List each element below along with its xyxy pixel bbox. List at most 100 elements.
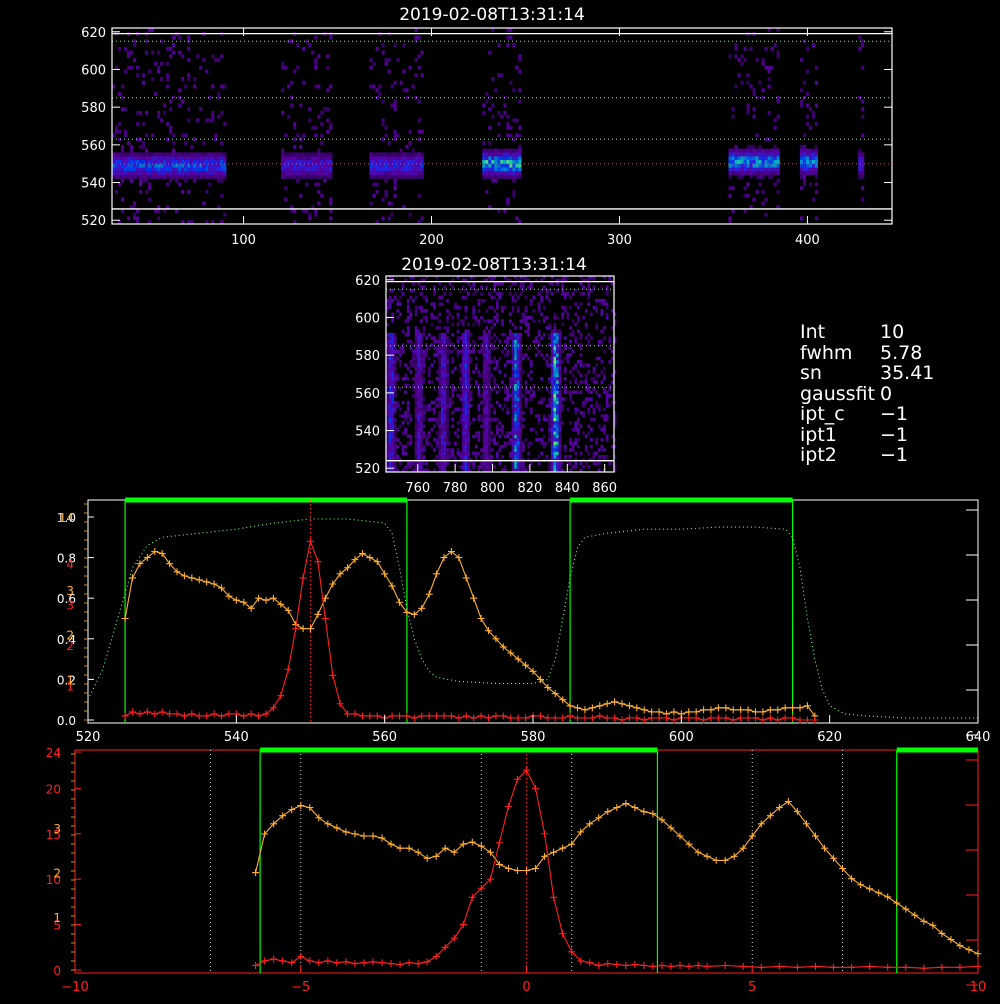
heatmap-cell <box>746 167 750 172</box>
heatmap-cell <box>734 163 738 168</box>
heatmap-cell <box>417 427 421 432</box>
heatmap-cell <box>548 298 551 303</box>
heatmap-cell <box>755 171 759 176</box>
heatmap-cell <box>391 404 394 408</box>
heatmap-cell <box>430 400 434 405</box>
orange-offset-point <box>523 867 530 875</box>
heatmap-cell <box>393 404 397 408</box>
heatmap-cell <box>558 404 562 408</box>
heatmap-cell <box>743 167 747 172</box>
heatmap-cell <box>805 148 810 153</box>
heatmap-cell <box>488 397 491 401</box>
orange-offset-point <box>351 830 359 838</box>
heatmap-cell <box>459 370 462 374</box>
heatmap-cell <box>576 305 580 310</box>
heatmap-cell <box>456 434 460 439</box>
heatmap-cell <box>175 167 179 172</box>
heatmap-cell <box>281 110 285 115</box>
heatmap-cell <box>142 141 146 145</box>
heatmap-cell <box>566 292 570 296</box>
heatmap-cell <box>166 46 170 51</box>
heatmap-cell <box>511 305 515 310</box>
heatmap-cell <box>485 427 489 432</box>
heatmap-cell <box>388 451 392 456</box>
heatmap-cell <box>314 212 318 217</box>
heatmap-cell <box>417 175 421 179</box>
heatmap-cell <box>299 156 303 161</box>
heatmap-cell <box>290 163 294 168</box>
heatmap-cell <box>417 390 421 395</box>
heatmap-cell <box>752 163 756 168</box>
heatmap-cell <box>446 309 449 313</box>
heatmap-cell <box>608 393 612 398</box>
heatmap-cell <box>524 404 528 408</box>
heatmap-cell <box>608 360 612 364</box>
heatmap-cell <box>516 417 520 422</box>
heatmap-cell <box>184 156 188 161</box>
heatmap-cell <box>396 377 400 381</box>
heatmap-cell <box>493 465 496 469</box>
heatmap-cell <box>406 441 410 445</box>
heatmap-cell <box>393 103 397 108</box>
orange-profile-point <box>299 625 307 633</box>
heatmap-cell <box>388 380 392 384</box>
heatmap-cell <box>464 461 468 466</box>
heatmap-cell <box>805 114 810 119</box>
heatmap-cell <box>477 387 481 391</box>
heatmap-cell <box>600 438 604 442</box>
y-tick-label-orange: 1 <box>66 673 74 687</box>
heatmap-cell <box>734 54 738 59</box>
heatmap-cell <box>317 148 321 153</box>
heatmap-cell <box>208 171 212 176</box>
heatmap-cell <box>440 438 444 442</box>
heatmap-cell <box>459 336 462 340</box>
heatmap-cell <box>514 421 517 425</box>
heatmap-cell <box>508 332 512 337</box>
heatmap-cell <box>369 175 373 179</box>
heatmap-cell <box>425 407 428 412</box>
heatmap-cell <box>404 319 408 323</box>
heatmap-cell <box>420 349 423 354</box>
heatmap-cell <box>508 380 512 384</box>
heatmap-cell <box>384 61 388 66</box>
heatmap-cell <box>592 370 596 374</box>
heatmap-cell <box>548 400 551 405</box>
heatmap-cell <box>728 216 732 221</box>
heatmap-cell <box>414 390 418 395</box>
heatmap-cell <box>440 441 444 445</box>
heatmap-cell <box>558 339 562 344</box>
orange-offset-point <box>649 810 657 818</box>
heatmap-cell <box>485 92 489 96</box>
heatmap-cell <box>127 167 131 172</box>
heatmap-cell <box>519 387 523 391</box>
heatmap-cell <box>317 156 321 161</box>
heatmap-cell <box>417 99 421 104</box>
red-offset-point <box>423 958 431 966</box>
heatmap-cell <box>556 387 559 391</box>
heatmap-cell <box>293 175 297 179</box>
heatmap-cell <box>461 353 465 357</box>
orange-offset-point <box>342 828 350 836</box>
heatmap-cell <box>592 407 596 412</box>
heatmap-cell <box>480 424 483 429</box>
heatmap-cell <box>414 444 418 449</box>
heatmap-cell <box>314 58 318 63</box>
heatmap-cell <box>527 397 530 401</box>
heatmap-cell <box>576 319 580 323</box>
heatmap-cell <box>443 387 447 391</box>
heatmap-cell <box>477 451 481 456</box>
heatmap-cell <box>563 455 567 459</box>
heatmap-cell <box>501 319 504 323</box>
heatmap-cell <box>399 363 402 367</box>
x-tick-label: 100 <box>231 233 256 248</box>
heatmap-cell <box>456 353 460 357</box>
red-profile-point <box>433 712 441 720</box>
heatmap-cell <box>451 448 455 452</box>
heatmap-cell <box>592 387 596 391</box>
heatmap-cell <box>814 122 819 127</box>
heatmap-cell <box>121 152 125 157</box>
orange-offset-point <box>378 834 386 842</box>
heatmap-cell <box>420 455 423 459</box>
heatmap-cell <box>387 156 391 161</box>
heatmap-cell <box>508 285 512 289</box>
